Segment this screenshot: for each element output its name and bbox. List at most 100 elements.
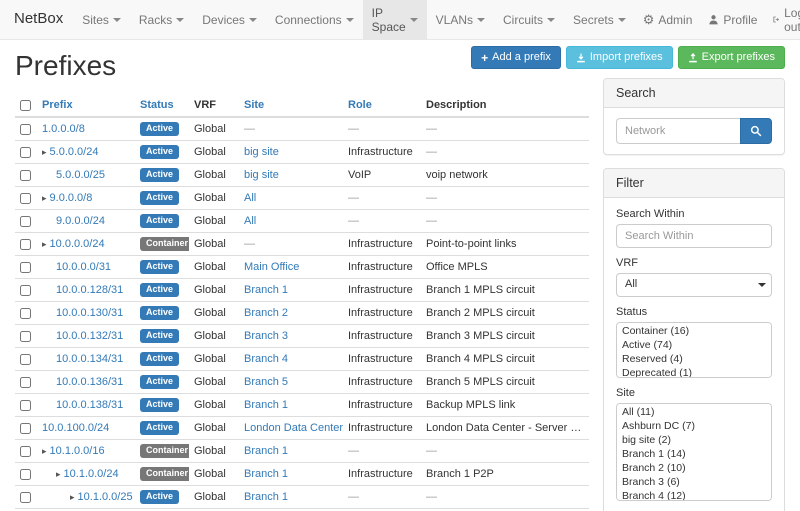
row-checkbox[interactable] (20, 377, 31, 388)
row-checkbox[interactable] (20, 170, 31, 181)
role-cell: Infrastructure (343, 141, 421, 164)
export-prefixes-label: Export prefixes (702, 51, 775, 64)
filter-option[interactable]: Reserved (4) (617, 352, 771, 366)
user-icon (708, 14, 719, 25)
status-multiselect[interactable]: Container (16)Active (74)Reserved (4)Dep… (616, 322, 772, 378)
navbar-brand[interactable]: NetBox (8, 0, 73, 39)
search-within-input[interactable] (616, 224, 772, 248)
site-link[interactable]: All (244, 192, 256, 204)
prefix-link[interactable]: 10.1.0.0/24 (64, 468, 119, 480)
row-checkbox[interactable] (20, 331, 31, 342)
row-checkbox[interactable] (20, 147, 31, 158)
add-prefix-button[interactable]: + Add a prefix (471, 46, 561, 69)
row-checkbox[interactable] (20, 469, 31, 480)
nav-menu-item[interactable]: Circuits (494, 0, 564, 39)
prefix-link[interactable]: 10.0.0.0/24 (50, 238, 105, 250)
column-header-prefix[interactable]: Prefix (42, 99, 73, 111)
site-link[interactable]: Branch 5 (244, 376, 288, 388)
prefix-link[interactable]: 10.0.0.134/31 (56, 353, 123, 365)
column-header-role[interactable]: Role (348, 99, 372, 111)
vrf-select[interactable]: All (616, 273, 772, 297)
site-link[interactable]: Branch 1 (244, 445, 288, 457)
prefix-link[interactable]: 9.0.0.0/24 (56, 215, 105, 227)
row-checkbox[interactable] (20, 239, 31, 250)
prefix-cell-content: ▸ 10.1.0.0/25 (42, 491, 130, 503)
search-input[interactable] (616, 118, 740, 144)
nav-menu-item[interactable]: Devices (193, 0, 266, 39)
site-link[interactable]: Branch 1 (244, 491, 288, 503)
row-checkbox[interactable] (20, 285, 31, 296)
site-link[interactable]: All (244, 215, 256, 227)
import-prefixes-button[interactable]: Import prefixes (566, 46, 673, 69)
prefix-cell-content: ▸ 5.0.0.0/25 (42, 169, 130, 181)
prefix-link[interactable]: 9.0.0.0/8 (50, 192, 93, 204)
prefix-link[interactable]: 10.1.0.0/25 (78, 491, 133, 503)
row-checkbox[interactable] (20, 423, 31, 434)
site-link[interactable]: Branch 1 (244, 468, 288, 480)
site-link[interactable]: Branch 3 (244, 330, 288, 342)
row-checkbox[interactable] (20, 308, 31, 319)
nav-item-label: Sites (82, 13, 109, 27)
nav-menu-item[interactable]: Racks (130, 0, 193, 39)
column-header-site[interactable]: Site (244, 99, 264, 111)
prefix-cell-content: ▸ 10.0.0.128/31 (42, 284, 130, 296)
row-checkbox[interactable] (20, 446, 31, 457)
row-checkbox[interactable] (20, 262, 31, 273)
sidebar: Search Filter Search Within VRF (603, 78, 785, 511)
filter-option[interactable]: Active (74) (617, 338, 771, 352)
prefix-link[interactable]: 10.0.0.136/31 (56, 376, 123, 388)
row-checkbox[interactable] (20, 193, 31, 204)
nav-item-label: Circuits (503, 13, 543, 27)
prefix-link[interactable]: 10.1.0.0/16 (50, 445, 105, 457)
site-link[interactable]: London Data Center (244, 422, 343, 434)
site-multiselect[interactable]: All (11)Ashburn DC (7)big site (2)Branch… (616, 403, 772, 501)
profile-menu-item[interactable]: Profile (700, 0, 765, 39)
nav-menu-item[interactable]: Secrets (564, 0, 635, 39)
site-link[interactable]: Branch 2 (244, 307, 288, 319)
status-badge: Active (140, 283, 179, 297)
select-all-checkbox[interactable] (20, 100, 31, 111)
nav-menu-item[interactable]: VLANs (427, 0, 494, 39)
prefix-link[interactable]: 10.0.0.138/31 (56, 399, 123, 411)
site-link[interactable]: Branch 1 (244, 399, 288, 411)
filter-option[interactable]: Branch 1 (14) (617, 447, 771, 461)
row-checkbox[interactable] (20, 354, 31, 365)
prefix-link[interactable]: 10.0.0.0/31 (56, 261, 111, 273)
prefix-link[interactable]: 10.0.100.0/24 (42, 422, 109, 434)
row-checkbox[interactable] (20, 216, 31, 227)
filter-option[interactable]: big site (2) (617, 433, 771, 447)
prefix-cell-content: ▸ 10.0.0.134/31 (42, 353, 130, 365)
filter-option[interactable]: Branch 4 (12) (617, 489, 771, 501)
nav-menu-item[interactable]: Sites (73, 0, 130, 39)
prefix-link[interactable]: 5.0.0.0/24 (50, 146, 99, 158)
site-link[interactable]: big site (244, 169, 279, 181)
export-prefixes-button[interactable]: Export prefixes (678, 46, 785, 69)
column-header-status[interactable]: Status (140, 99, 174, 111)
filter-option[interactable]: All (11) (617, 405, 771, 419)
prefix-link[interactable]: 10.0.0.128/31 (56, 284, 123, 296)
prefix-link[interactable]: 1.0.0.0/8 (42, 123, 85, 135)
row-checkbox[interactable] (20, 492, 31, 503)
site-link[interactable]: Branch 4 (244, 353, 288, 365)
nav-menu-item[interactable]: IP Space (363, 0, 427, 39)
site-link[interactable]: Branch 1 (244, 284, 288, 296)
site-link[interactable]: Main Office (244, 261, 299, 273)
prefix-link[interactable]: 10.0.0.132/31 (56, 330, 123, 342)
role-cell: Infrastructure (343, 348, 421, 371)
filter-option[interactable]: Container (16) (617, 324, 771, 338)
search-button[interactable] (740, 118, 772, 144)
row-checkbox[interactable] (20, 124, 31, 135)
filter-option[interactable]: Ashburn DC (7) (617, 419, 771, 433)
vrf-cell: Global (189, 164, 239, 187)
site-link[interactable]: big site (244, 146, 279, 158)
filter-option[interactable]: Branch 3 (6) (617, 475, 771, 489)
status-badge: Active (140, 145, 179, 159)
row-checkbox[interactable] (20, 400, 31, 411)
prefix-link[interactable]: 5.0.0.0/25 (56, 169, 105, 181)
logout-menu-item[interactable]: Log out (765, 0, 800, 39)
filter-option[interactable]: Deprecated (1) (617, 366, 771, 378)
filter-option[interactable]: Branch 2 (10) (617, 461, 771, 475)
prefix-link[interactable]: 10.0.0.130/31 (56, 307, 123, 319)
nav-menu-item[interactable]: Connections (266, 0, 363, 39)
admin-menu-item[interactable]: ⚙ Admin (635, 0, 701, 39)
